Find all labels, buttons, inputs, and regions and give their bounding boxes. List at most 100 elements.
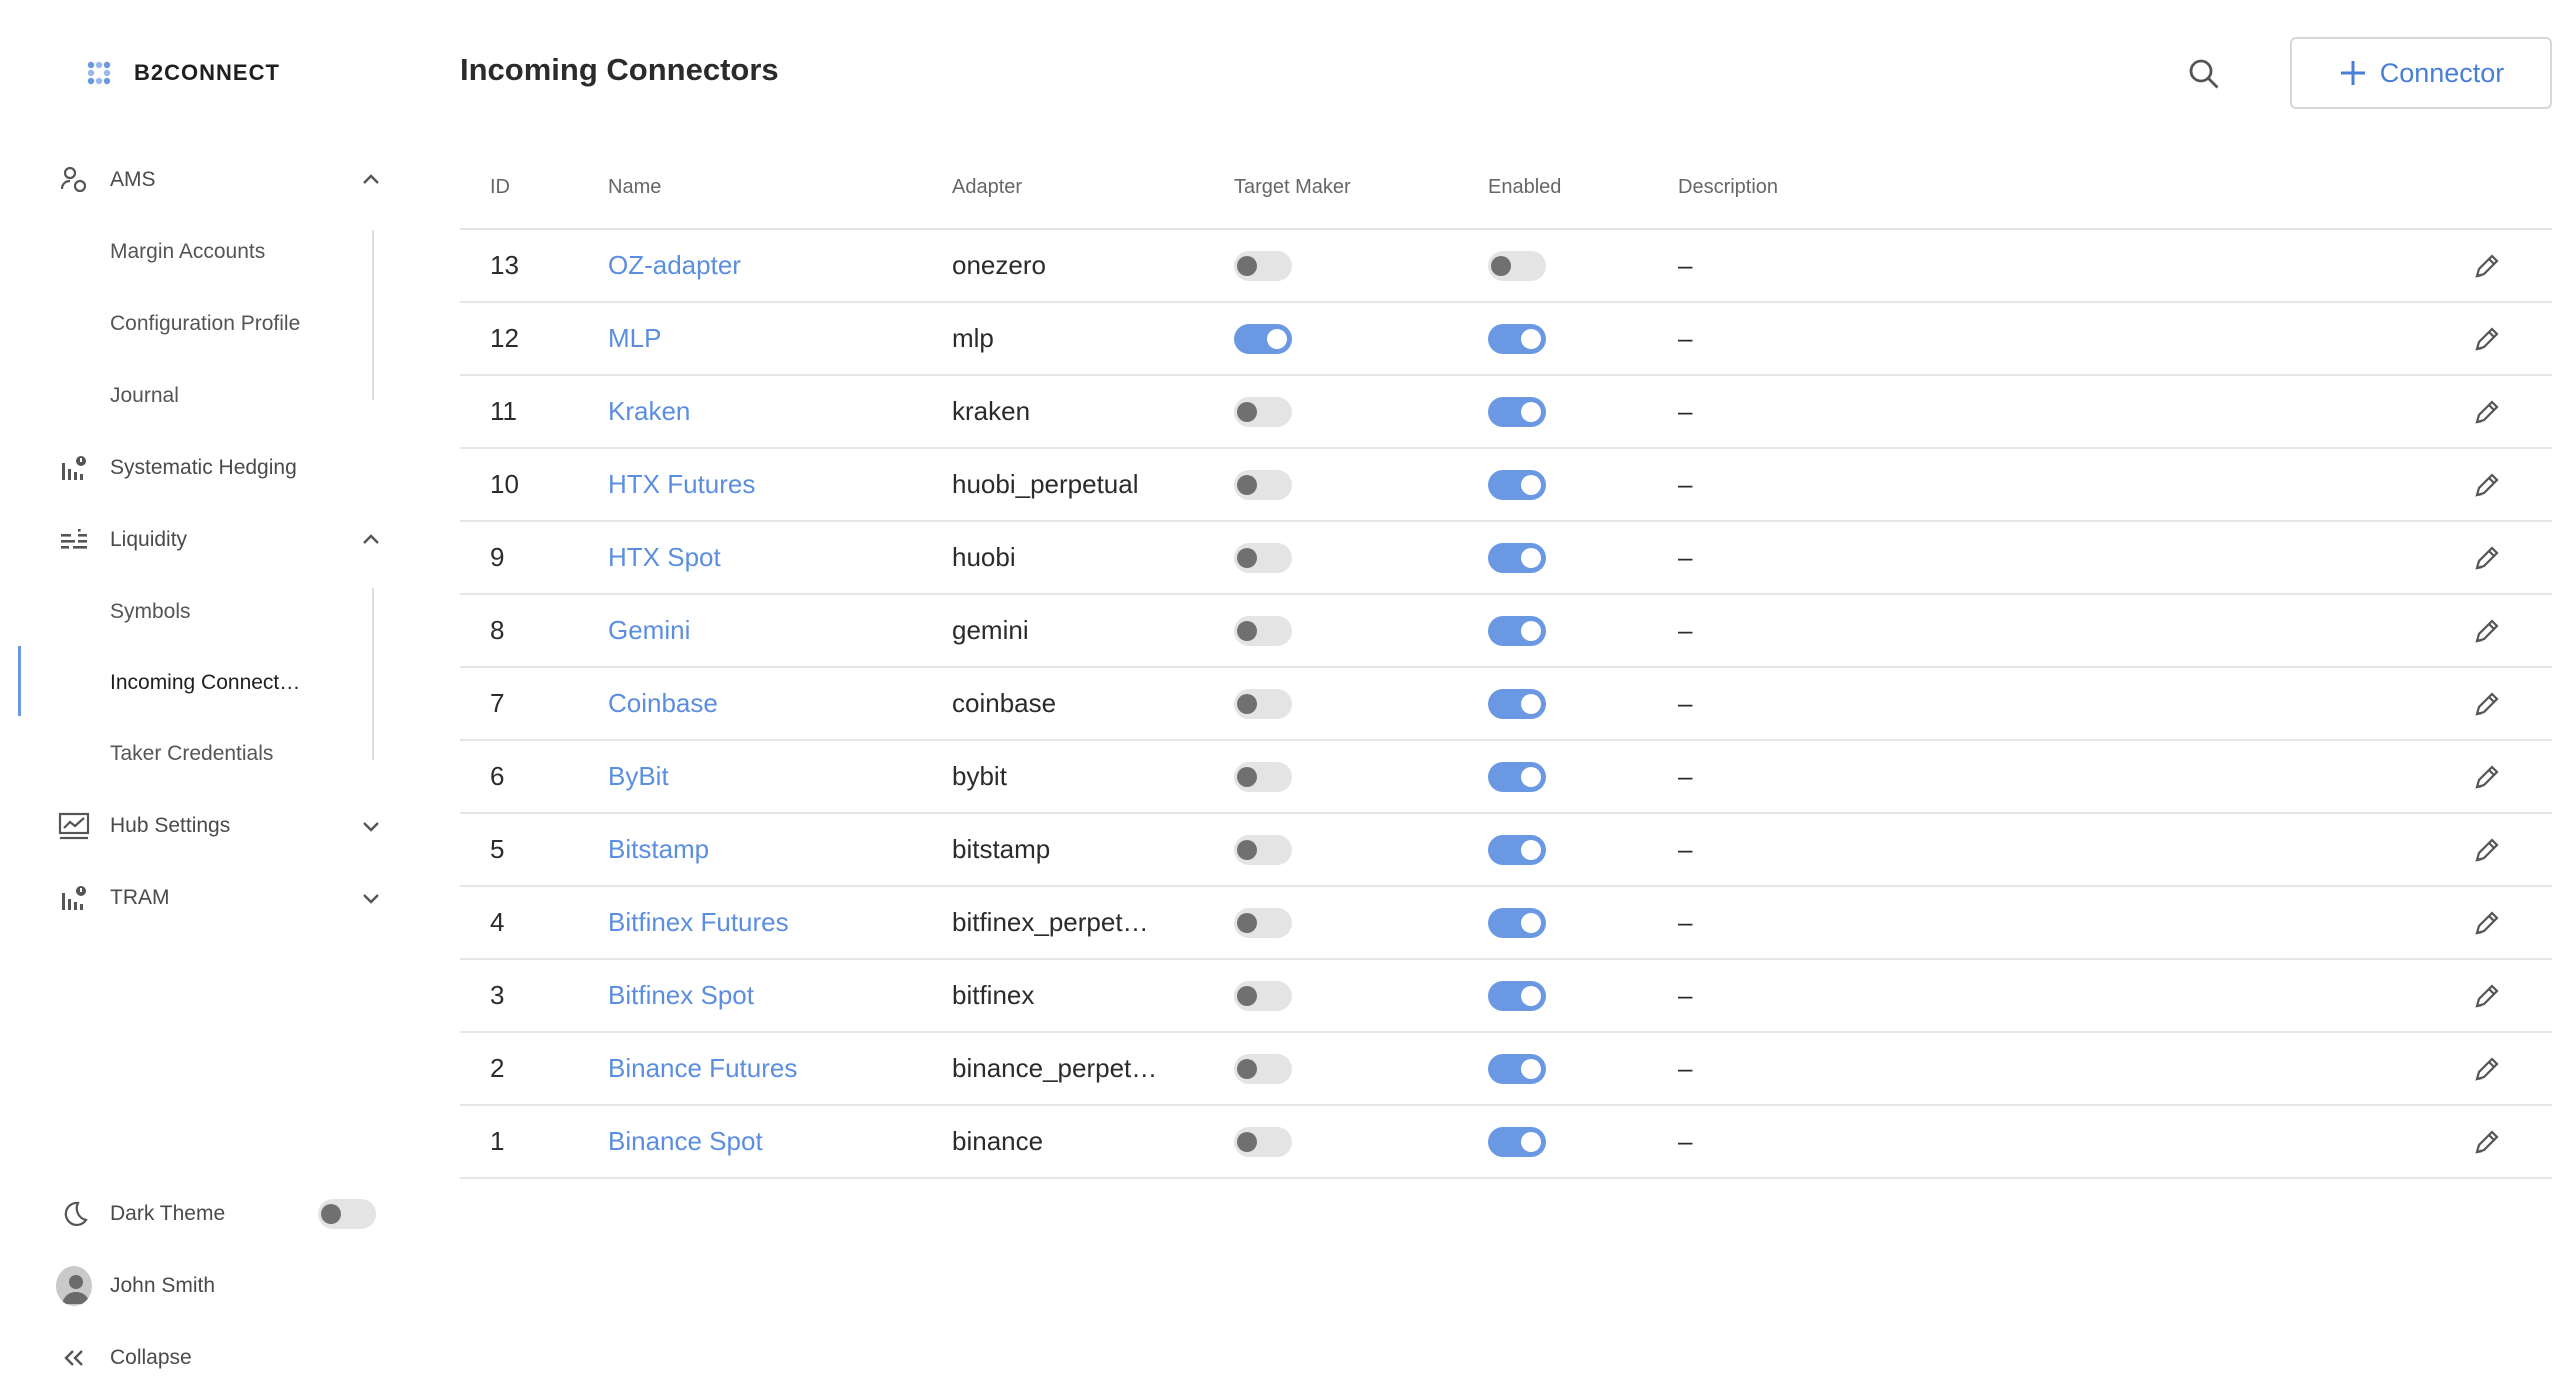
chevron-down-icon[interactable] bbox=[358, 885, 384, 911]
edit-button[interactable] bbox=[2472, 887, 2502, 958]
double-chevron-left-icon bbox=[56, 1340, 92, 1376]
edit-button[interactable] bbox=[2472, 1106, 2502, 1177]
sidebar-group-ams[interactable]: AMS bbox=[0, 150, 400, 210]
collapse-button[interactable]: Collapse bbox=[0, 1328, 400, 1388]
enabled-toggle[interactable] bbox=[1488, 1053, 1546, 1084]
cell-adapter: huobi bbox=[952, 542, 1016, 572]
column-header-enabled[interactable]: Enabled bbox=[1488, 176, 1561, 199]
table-row: 8 Gemini gemini – bbox=[460, 595, 2552, 668]
enabled-cell bbox=[1488, 1033, 1546, 1104]
table-row: 5 Bitstamp bitstamp – bbox=[460, 814, 2552, 887]
sidebar-group-tram[interactable]: TRAM bbox=[0, 868, 400, 928]
enabled-toggle[interactable] bbox=[1488, 615, 1546, 646]
target-maker-toggle[interactable] bbox=[1234, 1053, 1292, 1084]
enabled-toggle[interactable] bbox=[1488, 907, 1546, 938]
edit-button[interactable] bbox=[2472, 522, 2502, 593]
connector-name-link[interactable]: HTX Spot bbox=[608, 522, 721, 593]
enabled-toggle[interactable] bbox=[1488, 323, 1546, 354]
sidebar-item-configuration-profile[interactable]: Configuration Profile bbox=[0, 294, 400, 354]
cell-description: – bbox=[1678, 250, 1693, 280]
cell-description: – bbox=[1678, 323, 1693, 353]
column-header-id[interactable]: ID bbox=[490, 176, 510, 199]
connector-name-link[interactable]: Coinbase bbox=[608, 668, 718, 739]
enabled-toggle[interactable] bbox=[1488, 761, 1546, 792]
target-maker-toggle[interactable] bbox=[1234, 761, 1292, 792]
target-maker-toggle[interactable] bbox=[1234, 250, 1292, 281]
connector-name-link[interactable]: HTX Futures bbox=[608, 449, 755, 520]
add-connector-button[interactable]: Connector bbox=[2290, 37, 2552, 109]
connector-name-link[interactable]: Binance Futures bbox=[608, 1033, 797, 1104]
user-profile[interactable]: John Smith bbox=[0, 1256, 400, 1316]
edit-button[interactable] bbox=[2472, 303, 2502, 374]
connector-name-link[interactable]: Bitfinex Futures bbox=[608, 887, 789, 958]
target-maker-toggle[interactable] bbox=[1234, 542, 1292, 573]
table-row: 9 HTX Spot huobi – bbox=[460, 522, 2552, 595]
dark-theme-toggle[interactable] bbox=[318, 1199, 376, 1229]
target-maker-toggle[interactable] bbox=[1234, 834, 1292, 865]
sidebar-group-liquidity[interactable]: Liquidity bbox=[0, 510, 400, 570]
edit-button[interactable] bbox=[2472, 960, 2502, 1031]
edit-button[interactable] bbox=[2472, 376, 2502, 447]
edit-button[interactable] bbox=[2472, 449, 2502, 520]
enabled-toggle[interactable] bbox=[1488, 688, 1546, 719]
pencil-icon bbox=[2475, 399, 2499, 424]
target-maker-toggle[interactable] bbox=[1234, 688, 1292, 719]
target-maker-toggle[interactable] bbox=[1234, 615, 1292, 646]
enabled-toggle[interactable] bbox=[1488, 396, 1546, 427]
search-button[interactable] bbox=[2184, 54, 2224, 94]
edit-button[interactable] bbox=[2472, 230, 2502, 301]
sidebar-item-incoming-connectors[interactable]: Incoming Connect… bbox=[0, 653, 400, 713]
cell-id: 8 bbox=[490, 615, 505, 645]
enabled-toggle[interactable] bbox=[1488, 469, 1546, 500]
cell-adapter: coinbase bbox=[952, 688, 1057, 718]
cell-adapter: huobi_perpetual bbox=[952, 469, 1139, 499]
edit-button[interactable] bbox=[2472, 814, 2502, 885]
edit-button[interactable] bbox=[2472, 595, 2502, 666]
edit-button[interactable] bbox=[2472, 741, 2502, 812]
connector-name-link[interactable]: Bitfinex Spot bbox=[608, 960, 754, 1031]
column-header-adapter[interactable]: Adapter bbox=[952, 176, 1022, 199]
chevron-up-icon[interactable] bbox=[358, 527, 384, 553]
cell-adapter: bitfinex_perpet… bbox=[952, 907, 1149, 937]
sidebar-item-symbols[interactable]: Symbols bbox=[0, 582, 400, 642]
enabled-toggle[interactable] bbox=[1488, 250, 1546, 281]
table-row: 1 Binance Spot binance – bbox=[460, 1106, 2552, 1179]
sidebar-group-hub-settings[interactable]: Hub Settings bbox=[0, 796, 400, 856]
cell-adapter: mlp bbox=[952, 323, 994, 353]
connectors-table: ID Name Adapter Target Maker Enabled Des… bbox=[460, 152, 2552, 1179]
chevron-down-icon[interactable] bbox=[358, 813, 384, 839]
pencil-icon bbox=[2475, 910, 2499, 935]
edit-button[interactable] bbox=[2472, 668, 2502, 739]
target-maker-toggle[interactable] bbox=[1234, 469, 1292, 500]
connector-name-link[interactable]: Gemini bbox=[608, 595, 690, 666]
edit-button[interactable] bbox=[2472, 1033, 2502, 1104]
dark-theme-row: Dark Theme bbox=[0, 1184, 400, 1244]
connector-name-link[interactable]: Kraken bbox=[608, 376, 690, 447]
connector-name-link[interactable]: Bitstamp bbox=[608, 814, 709, 885]
target-maker-toggle[interactable] bbox=[1234, 980, 1292, 1011]
enabled-toggle[interactable] bbox=[1488, 542, 1546, 573]
target-maker-toggle[interactable] bbox=[1234, 396, 1292, 427]
collapse-label: Collapse bbox=[110, 1346, 192, 1369]
column-header-description[interactable]: Description bbox=[1678, 176, 1778, 199]
sidebar-item-journal[interactable]: Journal bbox=[0, 366, 400, 426]
sidebar-item-margin-accounts[interactable]: Margin Accounts bbox=[0, 222, 400, 282]
enabled-toggle[interactable] bbox=[1488, 980, 1546, 1011]
column-header-target-maker[interactable]: Target Maker bbox=[1234, 176, 1351, 199]
enabled-cell bbox=[1488, 741, 1546, 812]
target-maker-toggle[interactable] bbox=[1234, 907, 1292, 938]
connector-name-link[interactable]: Binance Spot bbox=[608, 1106, 763, 1177]
target-maker-toggle[interactable] bbox=[1234, 1126, 1292, 1157]
target-maker-toggle[interactable] bbox=[1234, 323, 1292, 354]
brand-logo[interactable]: B2CONNECT bbox=[86, 60, 280, 86]
connector-name-link[interactable]: MLP bbox=[608, 303, 661, 374]
connector-name-link[interactable]: ByBit bbox=[608, 741, 669, 812]
cell-adapter: binance bbox=[952, 1126, 1044, 1156]
column-header-name[interactable]: Name bbox=[608, 176, 661, 199]
enabled-toggle[interactable] bbox=[1488, 834, 1546, 865]
enabled-toggle[interactable] bbox=[1488, 1126, 1546, 1157]
chevron-up-icon[interactable] bbox=[358, 167, 384, 193]
connector-name-link[interactable]: OZ-adapter bbox=[608, 230, 741, 301]
sidebar-item-systematic-hedging[interactable]: Systematic Hedging bbox=[0, 438, 400, 498]
sidebar-item-taker-credentials[interactable]: Taker Credentials bbox=[0, 724, 400, 784]
